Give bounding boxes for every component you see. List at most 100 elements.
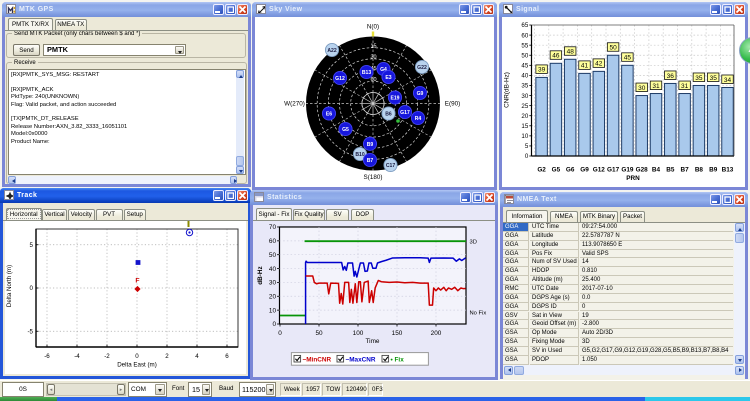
svg-text:G9: G9	[417, 91, 424, 97]
svg-text:G5: G5	[552, 167, 561, 174]
svg-text:70: 70	[269, 224, 277, 231]
svg-text:G22: G22	[417, 65, 427, 71]
svg-text:CNR(dB-Hz): CNR(dB-Hz)	[504, 72, 511, 108]
svg-text:50: 50	[521, 52, 528, 59]
svg-text:50: 50	[609, 45, 617, 52]
svg-text:60: 60	[370, 77, 376, 83]
svg-text:W(270): W(270)	[284, 100, 305, 107]
svg-text:Delta North (m): Delta North (m)	[6, 265, 13, 307]
svg-text:60: 60	[269, 238, 277, 245]
svg-text:50: 50	[315, 330, 323, 337]
svg-text:6: 6	[225, 353, 229, 360]
svg-text:B4: B4	[652, 167, 661, 174]
svg-text:C17: C17	[386, 163, 396, 169]
svg-text:200: 200	[431, 330, 442, 337]
svg-text:5: 5	[525, 143, 529, 150]
svg-text:30: 30	[269, 280, 277, 287]
svg-text:55: 55	[521, 42, 528, 49]
svg-text:Delta East (m): Delta East (m)	[117, 362, 157, 369]
svg-text:E6: E6	[326, 112, 332, 118]
svg-text:0: 0	[30, 285, 34, 292]
svg-text:G12: G12	[335, 76, 345, 82]
svg-text:Time: Time	[366, 338, 380, 345]
svg-text:15: 15	[370, 43, 376, 49]
svg-text:E19: E19	[390, 96, 399, 102]
svg-text:G9: G9	[580, 167, 589, 174]
svg-text:G5: G5	[342, 127, 349, 133]
svg-text:R4: R4	[415, 116, 422, 122]
svg-text:B13: B13	[722, 167, 734, 174]
svg-text:15: 15	[521, 123, 528, 130]
svg-text:G17: G17	[607, 167, 620, 174]
svg-text:65: 65	[521, 22, 528, 29]
svg-text:B7: B7	[367, 158, 374, 164]
svg-text:40: 40	[521, 73, 528, 80]
svg-text:36: 36	[667, 73, 675, 80]
svg-text:45: 45	[624, 55, 632, 62]
svg-text:35: 35	[521, 83, 528, 90]
svg-text:50: 50	[269, 252, 277, 259]
svg-text:30: 30	[521, 93, 528, 100]
svg-text:B5: B5	[666, 167, 675, 174]
svg-text:10: 10	[521, 133, 528, 140]
svg-text:B10: B10	[355, 152, 365, 158]
svg-text:46: 46	[552, 53, 560, 60]
svg-text:• Fix: • Fix	[391, 356, 405, 363]
svg-text:dB-Hz: dB-Hz	[257, 266, 264, 284]
svg-text:−MinCNR: −MinCNR	[303, 356, 332, 363]
svg-text:-6: -6	[44, 353, 50, 360]
svg-text:100: 100	[353, 330, 364, 337]
svg-text:F: F	[135, 278, 139, 285]
svg-text:3D: 3D	[470, 239, 477, 245]
svg-text:G12: G12	[593, 167, 606, 174]
svg-text:G28: G28	[636, 167, 649, 174]
svg-text:25: 25	[521, 103, 528, 110]
svg-text:G17: G17	[400, 110, 410, 116]
svg-text:40: 40	[269, 266, 277, 273]
svg-text:2: 2	[165, 353, 169, 360]
svg-text:-5: -5	[27, 328, 33, 335]
svg-text:41: 41	[581, 63, 589, 70]
svg-text:PRN: PRN	[626, 175, 640, 182]
svg-text:0: 0	[525, 153, 529, 160]
svg-text:35: 35	[695, 75, 703, 82]
svg-text:5: 5	[30, 242, 34, 249]
svg-text:E(90): E(90)	[445, 100, 460, 107]
svg-text:30: 30	[370, 55, 376, 61]
svg-text:G6: G6	[566, 167, 575, 174]
svg-text:B8: B8	[695, 167, 704, 174]
svg-text:4: 4	[195, 353, 199, 360]
svg-text:20: 20	[521, 113, 528, 120]
svg-text:B9: B9	[367, 142, 374, 148]
svg-text:35: 35	[710, 75, 718, 82]
svg-text:34: 34	[724, 77, 732, 84]
svg-text:45: 45	[521, 63, 528, 70]
svg-text:31: 31	[681, 83, 689, 90]
svg-text:0: 0	[278, 330, 282, 337]
svg-text:G19: G19	[621, 167, 634, 174]
svg-text:G2: G2	[537, 167, 546, 174]
svg-text:-2: -2	[104, 353, 110, 360]
svg-text:60: 60	[521, 32, 528, 39]
svg-text:No Fix: No Fix	[470, 311, 487, 317]
svg-text:20: 20	[269, 293, 277, 300]
svg-text:-4: -4	[74, 353, 80, 360]
svg-text:−MaxCNR: −MaxCNR	[346, 356, 376, 363]
svg-text:N(0): N(0)	[367, 23, 379, 30]
svg-text:48: 48	[567, 49, 575, 56]
svg-text:31: 31	[652, 83, 660, 90]
svg-text:B13: B13	[362, 70, 372, 76]
svg-text:S(180): S(180)	[364, 174, 383, 181]
svg-text:B6: B6	[385, 112, 392, 118]
svg-text:39: 39	[538, 67, 546, 74]
svg-text:30: 30	[638, 85, 646, 92]
svg-text:150: 150	[392, 330, 403, 337]
svg-text:E3: E3	[385, 75, 391, 81]
svg-text:B9: B9	[709, 167, 718, 174]
svg-text:10: 10	[269, 307, 277, 314]
svg-text:0: 0	[272, 321, 276, 328]
svg-text:42: 42	[595, 61, 603, 68]
svg-text:B7: B7	[681, 167, 690, 174]
svg-text:0: 0	[135, 353, 139, 360]
svg-text:A22: A22	[327, 48, 337, 54]
